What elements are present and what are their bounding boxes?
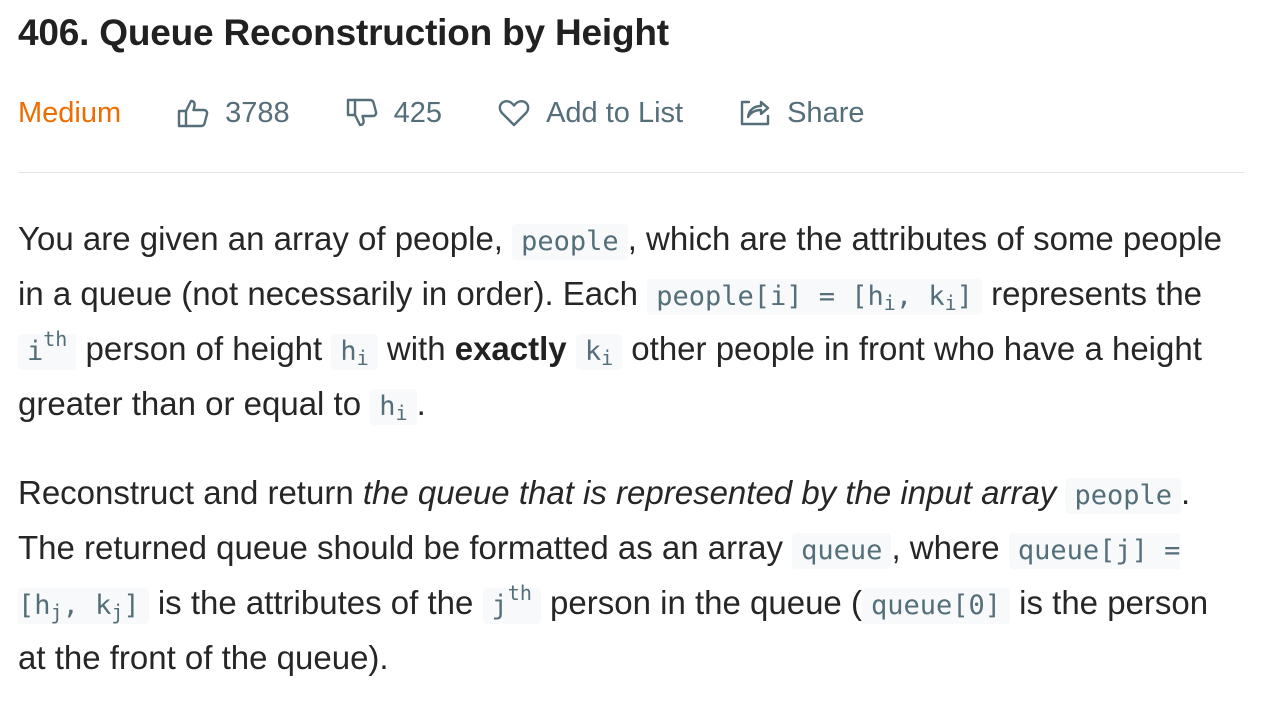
inline-code: ith	[18, 329, 77, 370]
inline-code: people	[512, 224, 628, 260]
inline-code: people[i] = [hi, ki]	[647, 279, 982, 315]
heart-icon	[498, 99, 530, 127]
difficulty-badge: Medium	[18, 96, 122, 129]
problem-meta-bar: Medium 3788 425 Add to List Share	[18, 93, 1244, 133]
share-icon	[740, 100, 770, 126]
subscript: i	[601, 346, 614, 370]
code-text: h	[340, 336, 357, 367]
text: person in the queue (	[540, 584, 862, 621]
text: , where	[891, 529, 1009, 566]
subscript: i	[944, 291, 957, 315]
bold-text: exactly	[454, 330, 567, 367]
superscript: th	[507, 581, 532, 605]
problem-panel: 406. Queue Reconstruction by Height Medi…	[18, 0, 1244, 684]
share-button[interactable]: Share	[739, 97, 864, 130]
divider	[18, 172, 1244, 173]
problem-title: 406. Queue Reconstruction by Height	[18, 12, 669, 53]
code-text: k	[584, 336, 602, 367]
code-text: , k	[895, 281, 945, 312]
code-text: people[i] = [h	[656, 281, 884, 312]
inline-code: hi	[370, 389, 417, 425]
inline-code: queue	[792, 533, 892, 569]
code-text: ]	[123, 590, 140, 621]
inline-code: people	[1065, 478, 1182, 514]
subscript: j	[50, 600, 63, 624]
add-to-list-label: Add to List	[546, 96, 684, 129]
code-text: ]	[956, 281, 973, 312]
description-paragraph-2: Reconstruct and return the queue that is…	[18, 467, 1244, 684]
share-label: Share	[787, 96, 865, 129]
italic-text: the queue that is represented by the inp…	[362, 474, 1057, 511]
inline-code: queue[0]	[861, 588, 1010, 624]
superscript: th	[43, 327, 68, 351]
subscript: i	[395, 401, 408, 425]
thumbs-up-icon	[177, 99, 209, 128]
text: represents the	[981, 275, 1203, 312]
like-count: 3788	[225, 96, 290, 129]
text: .	[416, 385, 426, 422]
dislike-count: 425	[393, 96, 443, 129]
inline-code: hi	[331, 334, 378, 370]
inline-code: ki	[575, 334, 623, 370]
problem-description: You are given an array of people, people…	[18, 213, 1244, 684]
dislike-button[interactable]: 425	[346, 97, 442, 130]
thumbs-down-icon	[346, 98, 377, 127]
text	[567, 330, 576, 367]
like-button[interactable]: 3788	[177, 97, 290, 130]
subscript: i	[883, 291, 896, 315]
description-paragraph-1: You are given an array of people, people…	[18, 213, 1244, 433]
code-text: i	[27, 336, 44, 367]
subscript: i	[356, 346, 369, 370]
text: Reconstruct and return	[18, 474, 363, 511]
text: with	[377, 330, 455, 367]
code-text: h	[379, 391, 396, 422]
text: You are given an array of people,	[18, 220, 513, 257]
subscript: j	[111, 600, 124, 624]
code-text: j	[491, 590, 508, 621]
code-text: , k	[62, 590, 112, 621]
text: person of height	[76, 330, 332, 367]
add-to-list-button[interactable]: Add to List	[498, 97, 683, 130]
text: is the attributes of the	[148, 584, 483, 621]
inline-code: jth	[482, 583, 541, 624]
